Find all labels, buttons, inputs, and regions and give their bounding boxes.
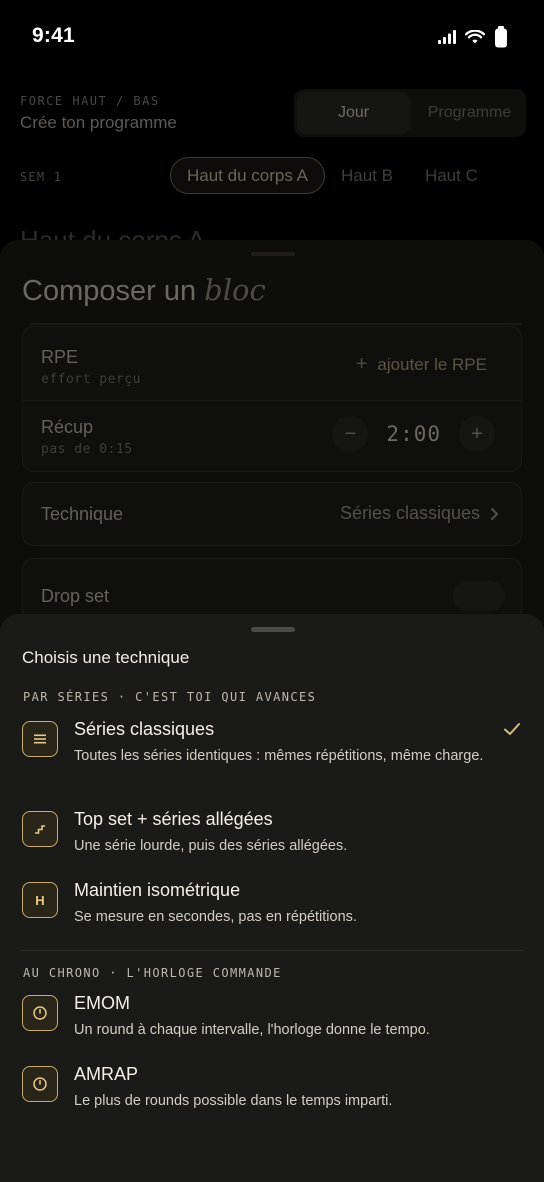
- day-chip-haut-a[interactable]: Haut du corps A: [170, 157, 325, 194]
- technique-row[interactable]: Technique Séries classiques: [22, 482, 522, 546]
- section-label-chrono: AU CHRONO · L'HORLOGE COMMANDE: [23, 966, 282, 980]
- checkmark-icon: [504, 723, 520, 735]
- wifi-icon: [465, 29, 485, 43]
- section-label-series: PAR SÉRIES · C'EST TOI QUI AVANCES: [23, 690, 317, 704]
- timer-icon: [22, 1066, 58, 1102]
- technique-label: Technique: [41, 504, 124, 524]
- status-time: 9:41: [32, 24, 75, 47]
- timer-icon: [22, 995, 58, 1031]
- week-label: SEM 1: [20, 170, 63, 184]
- option-title: EMOM: [74, 993, 130, 1013]
- battery-icon: [495, 26, 507, 48]
- day-chip-haut-c[interactable]: Haut C: [409, 157, 494, 194]
- plus-icon: +: [355, 353, 368, 375]
- technique-value-text: Séries classiques: [339, 503, 480, 523]
- option-title: AMRAP: [74, 1064, 139, 1084]
- segment-programme[interactable]: Programme: [413, 89, 526, 137]
- program-eyebrow: FORCE HAUT / BAS: [20, 94, 160, 108]
- drop-set-toggle[interactable]: [453, 581, 505, 611]
- option-desc: Se mesure en secondes, pas en répétition…: [74, 909, 357, 925]
- section-divider: [22, 950, 522, 951]
- plus-button[interactable]: +: [459, 416, 495, 452]
- option-top-set[interactable]: Top set + séries allégées Une série lour…: [22, 809, 522, 861]
- compose-title: Composer un bloc: [22, 273, 266, 308]
- option-title: Top set + séries allégées: [74, 809, 273, 829]
- status-bar: 9:41: [0, 0, 544, 70]
- technique-value: Séries classiques: [340, 503, 499, 524]
- sheet-handle[interactable]: [251, 627, 295, 632]
- segment-jour[interactable]: Jour: [297, 92, 410, 134]
- technique-picker-title: Choisis une technique: [22, 648, 190, 667]
- recup-label: Récup: [41, 417, 94, 437]
- day-chips: Haut du corps A Haut B Haut C: [170, 157, 494, 194]
- option-title: Séries classiques: [74, 719, 215, 739]
- rpe-row: RPE effort perçu + ajouter le RPE: [23, 327, 521, 400]
- drop-set-label: Drop set: [41, 586, 110, 606]
- params-card: RPE effort perçu + ajouter le RPE Récup …: [22, 326, 522, 472]
- recup-stepper: − 2:00 +: [332, 416, 495, 452]
- signal-icon: [438, 30, 456, 44]
- list-icon: [22, 721, 58, 757]
- option-desc: Une série lourde, puis des séries allégé…: [74, 838, 348, 854]
- option-desc: Le plus de rounds possible dans le temps…: [74, 1093, 393, 1109]
- option-desc: Toutes les séries identiques : mêmes rép…: [74, 748, 484, 764]
- recup-sub: pas de 0:15: [41, 442, 133, 457]
- status-icons: [438, 26, 508, 48]
- day-chip-haut-b[interactable]: Haut B: [325, 157, 409, 194]
- view-segmented-control: Jour Programme: [294, 89, 526, 137]
- hold-glyph: H: [35, 892, 45, 908]
- chevron-right-icon: [491, 507, 498, 520]
- option-series-classiques[interactable]: Séries classiques Toutes les séries iden…: [22, 719, 522, 791]
- add-rpe-label: ajouter le RPE: [377, 354, 487, 374]
- option-desc: Un round à chaque intervalle, l'horloge …: [74, 1022, 430, 1038]
- recup-value: 2:00: [386, 422, 441, 446]
- option-title: Maintien isométrique: [74, 880, 241, 900]
- add-rpe-button[interactable]: + ajouter le RPE: [356, 353, 487, 376]
- option-emom[interactable]: EMOM Un round à chaque intervalle, l'hor…: [22, 993, 522, 1045]
- compose-title-plain: Composer un: [22, 275, 197, 307]
- stairs-icon: [22, 811, 58, 847]
- rpe-sub: effort perçu: [41, 372, 141, 387]
- sheet-handle[interactable]: [251, 252, 295, 256]
- rpe-label: RPE: [41, 347, 79, 367]
- technique-picker-sheet: Choisis une technique PAR SÉRIES · C'EST…: [0, 614, 544, 1182]
- minus-button[interactable]: −: [332, 416, 369, 452]
- option-amrap[interactable]: AMRAP Le plus de rounds possible dans le…: [22, 1064, 522, 1116]
- page-title: Crée ton programme: [20, 113, 177, 132]
- hold-icon: H: [22, 882, 58, 918]
- option-maintien-isometrique[interactable]: H Maintien isométrique Se mesure en seco…: [22, 880, 522, 932]
- card-edge: [30, 323, 522, 325]
- compose-title-italic: bloc: [204, 273, 266, 307]
- recup-row: Récup pas de 0:15 − 2:00 +: [23, 401, 521, 473]
